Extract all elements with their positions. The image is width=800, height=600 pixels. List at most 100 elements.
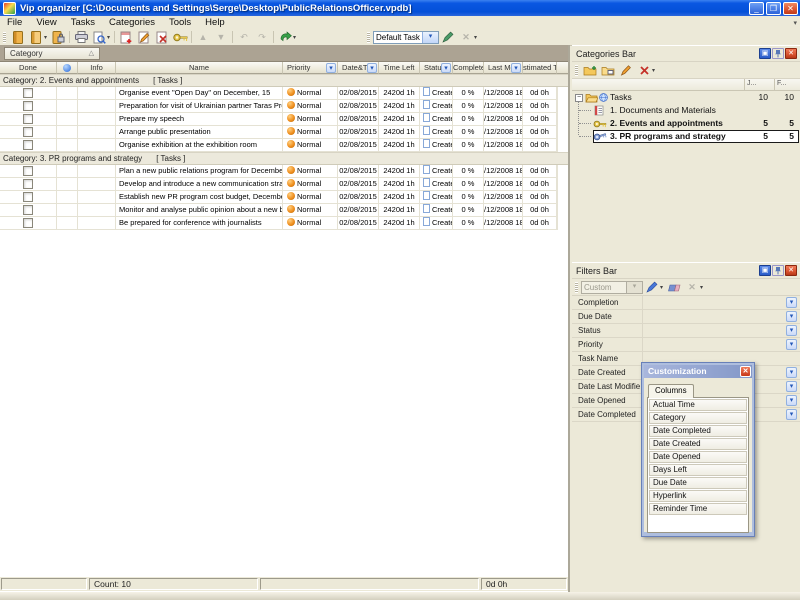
task-name[interactable]: Be prepared for conference with journali… [116,217,283,230]
task-name[interactable]: Monitor and analyse public opinion about… [116,204,283,217]
table-row[interactable]: Be prepared for conference with journali… [0,217,568,230]
tab-columns[interactable]: Columns [648,384,694,398]
task-name[interactable]: Organise exhibition at the exhibition ro… [116,139,283,152]
edit-task-button[interactable] [135,30,153,44]
categories-toolbar-overflow-icon[interactable]: ▾ [650,67,657,74]
task-view-dropdown-icon[interactable]: ▾ [422,32,438,43]
column-header-info[interactable]: Info [78,62,116,74]
column-item[interactable]: Actual Time [649,399,747,411]
collapse-icon[interactable]: − [575,94,583,102]
task-name[interactable]: Plan a new public relations program for … [116,165,283,178]
open-database-dropdown-icon[interactable]: ▾ [42,34,49,41]
permissions-key-button[interactable] [171,30,189,44]
group-by-category-chip[interactable]: Category △ [4,47,100,60]
menu-categories[interactable]: Categories [102,16,162,29]
categories-pin-button[interactable] [772,48,784,59]
new-database-button[interactable] [9,30,27,44]
filters-pin-button[interactable] [772,265,784,276]
done-checkbox[interactable] [23,166,33,176]
table-row[interactable]: Plan a new public relations program for … [0,165,568,178]
task-name[interactable]: Prepare my speech [116,113,283,126]
undo-button[interactable]: ↶ [235,30,253,44]
filter-row-completion[interactable]: Completion▾ [572,296,800,310]
task-name[interactable]: Organise event "Open Day" on December, 1… [116,87,283,100]
done-checkbox[interactable] [23,192,33,202]
column-item[interactable]: Date Created [649,438,747,450]
table-row[interactable]: Preparation for visit of Ukrainian partn… [0,100,568,113]
column-item[interactable]: Category [649,412,747,424]
filter-dropdown-icon[interactable]: ▾ [786,325,797,336]
menu-view[interactable]: View [29,16,63,29]
restore-button[interactable]: ❐ [766,2,781,15]
done-checkbox[interactable] [23,140,33,150]
priority-filter-icon[interactable]: ▾ [326,63,336,73]
task-name[interactable]: Establish new PR program cost budget, De… [116,191,283,204]
column-item[interactable]: Reminder Time [649,503,747,515]
filter-dropdown-icon[interactable]: ▾ [786,339,797,350]
filter-dropdown-icon[interactable]: ▾ [786,395,797,406]
task-name[interactable]: Preparation for visit of Ukrainian partn… [116,100,283,113]
column-header-priority[interactable]: Priority▾ [283,62,338,74]
categories-close-button[interactable]: ✕ [785,48,797,59]
tree-column-1[interactable]: J... [744,79,774,90]
done-cell[interactable] [0,165,57,178]
filters-maximize-button[interactable]: ▣ [759,265,771,276]
filter-dropdown-icon[interactable]: ▾ [786,311,797,322]
tree-column-2[interactable]: F... [774,79,800,90]
close-button[interactable]: ✕ [783,2,798,15]
due-filter-icon[interactable]: ▾ [367,63,377,73]
clear-filter-button[interactable] [665,280,683,294]
column-header-complete[interactable]: Complete [453,62,484,74]
table-row[interactable]: Organise exhibition at the exhibition ro… [0,139,568,152]
done-checkbox[interactable] [23,101,33,111]
done-checkbox[interactable] [23,205,33,215]
column-header-last-modified[interactable]: Last Moc▾ [484,62,523,74]
status-filter-icon[interactable]: ▾ [441,63,451,73]
filter-dropdown-icon[interactable]: ▾ [786,297,797,308]
column-item[interactable]: Due Date [649,477,747,489]
done-cell[interactable] [0,217,57,230]
protect-database-button[interactable] [49,30,67,44]
filter-dropdown-icon[interactable]: ▾ [786,381,797,392]
done-cell[interactable] [0,204,57,217]
filter-dropdown-icon[interactable]: ▾ [786,367,797,378]
table-row[interactable]: Prepare my speech Normal 02/08/2015 2420… [0,113,568,126]
last-modified-filter-icon[interactable]: ▾ [511,63,521,73]
new-subcategory-button[interactable] [599,63,617,77]
column-item[interactable]: Days Left [649,464,747,476]
task-name[interactable]: Develop and introduce a new communicatio… [116,178,283,191]
filters-toolbar-grip[interactable] [575,282,578,293]
run-dropdown-icon[interactable]: ▾ [291,34,298,41]
new-category-button[interactable] [581,63,599,77]
menu-file[interactable]: File [0,16,29,29]
column-item[interactable]: Date Completed [649,425,747,437]
menubar-overflow-icon[interactable]: ▾ [793,19,797,27]
print-dropdown-icon[interactable]: ▾ [105,34,112,41]
menu-tasks[interactable]: Tasks [64,16,102,29]
apply-view-button[interactable] [439,30,457,44]
tree-item-pr-programs[interactable]: 3. PR programs and strategy 5 5 [572,130,800,143]
done-checkbox[interactable] [23,88,33,98]
move-up-button[interactable]: ▲ [194,30,212,44]
column-header-name[interactable]: Name [116,62,283,74]
done-checkbox[interactable] [23,179,33,189]
filters-close-button[interactable]: ✕ [785,265,797,276]
delete-task-button[interactable] [153,30,171,44]
new-task-button[interactable] [117,30,135,44]
filter-preset-dropdown-icon[interactable]: ▾ [626,282,642,293]
column-header-time-left[interactable]: Time Left [379,62,420,74]
remove-filter-button[interactable]: ✕ [683,280,701,294]
done-cell[interactable] [0,191,57,204]
done-cell[interactable] [0,139,57,152]
done-checkbox[interactable] [23,127,33,137]
filter-row-priority[interactable]: Priority▾ [572,338,800,352]
group-header-pr-programs[interactable]: Category: 3. PR programs and strategy[ T… [0,152,568,165]
filter-row-status[interactable]: Status▾ [572,324,800,338]
done-checkbox[interactable] [23,218,33,228]
toolbar-grip2[interactable] [367,32,370,43]
apply-filter-dropdown-icon[interactable]: ▾ [658,284,665,291]
move-down-button[interactable]: ▼ [212,30,230,44]
table-row[interactable]: Organise event "Open Day" on December, 1… [0,87,568,100]
done-cell[interactable] [0,178,57,191]
toolbar-grip[interactable] [3,32,6,43]
